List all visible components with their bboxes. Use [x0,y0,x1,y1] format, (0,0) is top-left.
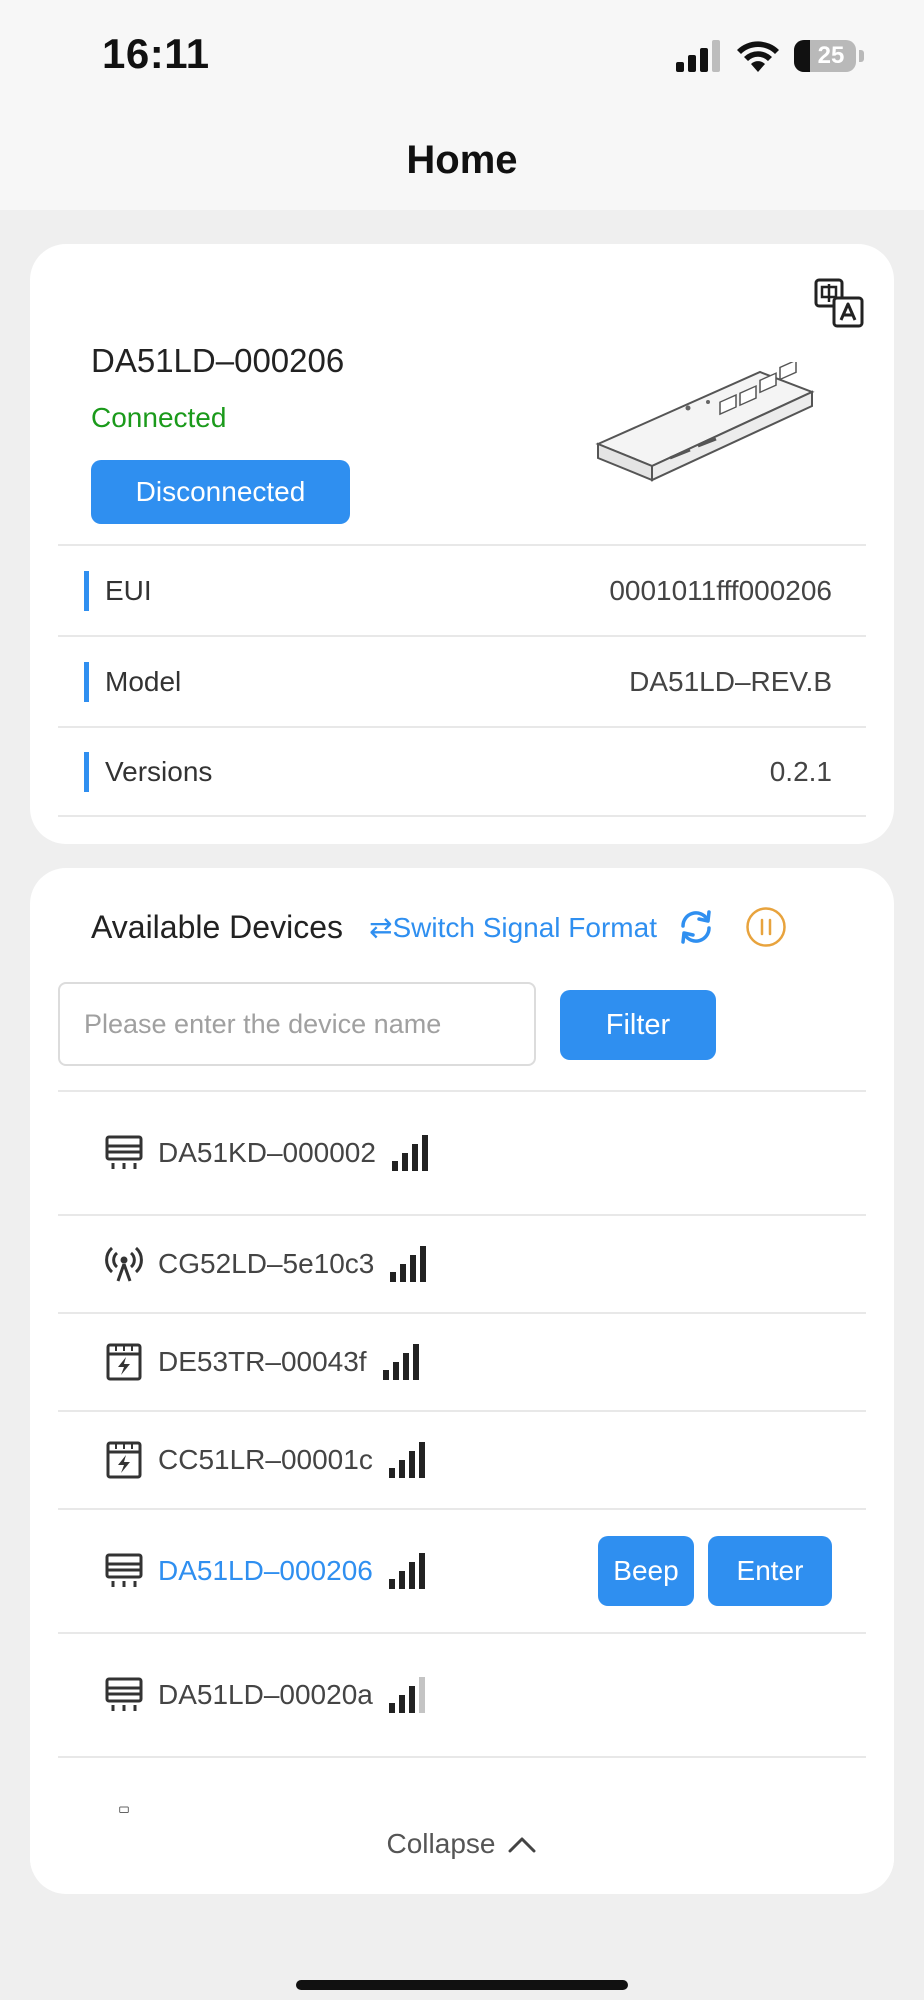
status-icons: 25 [676,36,864,76]
row-accent-bar [84,661,89,702]
device-list-name: CC51LR–00001c [158,1444,373,1475]
signal-strength-icon [388,1442,425,1478]
translate-icon[interactable] [814,278,864,328]
device-list-name: DA51KD–000002 [158,1137,376,1168]
row-accent-bar [84,570,89,611]
page-title: Home [406,137,518,182]
info-row-model: Model DA51LD–REV.B [58,635,866,726]
connected-device-card: DA51LD–000206 Connected Disconnected EUI… [30,244,894,844]
home-indicator [296,1980,628,1990]
signal-strength-icon [388,1677,425,1713]
info-label: EUI [105,574,152,606]
list-item-partial[interactable] [58,1756,866,1816]
list-item-selected[interactable]: DA51LD–000206 Beep Enter [58,1508,866,1632]
disconnect-button[interactable]: Disconnected [91,460,350,524]
switch-signal-format-link[interactable]: ⇄Switch Signal Format [369,911,657,944]
enter-button[interactable]: Enter [708,1536,832,1606]
nav-bar: Home [0,110,924,210]
collapse-label: Collapse [386,1828,496,1859]
device-list-name: CG52LD–5e10c3 [158,1248,375,1279]
filter-button[interactable]: Filter [560,990,716,1060]
signal-strength-icon [382,1344,419,1380]
info-value: DA51LD–REV.B [629,665,832,697]
list-item[interactable]: CC51LR–00001c [58,1410,866,1508]
available-devices-header: Available Devices ⇄Switch Signal Format [91,906,787,948]
available-devices-title: Available Devices [91,908,343,945]
device-search-input[interactable] [58,982,536,1066]
gateway-device-icon [105,1677,143,1711]
info-row-eui: EUI 0001011fff000206 [58,544,866,635]
list-item[interactable]: DA51LD–00020a [58,1632,866,1756]
info-value: 0.2.1 [769,755,832,787]
gateway-device-icon [119,1806,129,1813]
device-list-name: DA51LD–00020a [158,1679,373,1710]
list-item[interactable]: CG52LD–5e10c3 [58,1214,866,1312]
wifi-icon [737,41,779,72]
broadcast-antenna-icon [105,1246,143,1282]
signal-strength-icon [391,1135,428,1171]
info-label: Versions [105,755,213,787]
info-value: 0001011fff000206 [609,574,832,606]
beep-button[interactable]: Beep [598,1536,694,1606]
device-list-name: DA51LD–000206 [158,1555,373,1586]
power-meter-icon [106,1441,142,1479]
available-devices-card: Available Devices ⇄Switch Signal Format … [30,868,894,1894]
connection-status: Connected [91,402,227,433]
device-info-list: EUI 0001011fff000206 Model DA51LD–REV.B … [58,544,866,817]
status-bar: 16:11 25 [0,0,924,110]
power-meter-icon [106,1343,142,1381]
info-label: Model [105,665,182,697]
status-time: 16:11 [102,30,210,77]
device-name: DA51LD–000206 [91,342,345,379]
cellular-signal-icon [676,40,720,72]
signal-strength-icon [390,1246,427,1282]
battery-icon: 25 [794,40,856,72]
chevron-up-icon [508,1837,536,1853]
gateway-device-icon [105,1135,143,1169]
device-list-name: DE53TR–00043f [158,1346,367,1377]
device-list: DA51KD–000002 CG52LD–5e10c3 DE53TR–00043… [58,1090,866,1816]
list-item[interactable]: DE53TR–00043f [58,1312,866,1410]
battery-tip [859,50,864,62]
row-actions: Beep Enter [598,1536,832,1606]
battery-level: 25 [817,42,845,69]
info-row-versions: Versions 0.2.1 [58,726,866,817]
list-item[interactable]: DA51KD–000002 [58,1090,866,1214]
gateway-device-icon [105,1553,143,1587]
collapse-toggle[interactable]: Collapse [30,1816,894,1872]
device-product-image [595,362,815,482]
pause-icon[interactable] [745,906,787,948]
signal-strength-icon [388,1553,425,1589]
refresh-icon[interactable] [675,906,717,948]
row-accent-bar [84,751,89,792]
